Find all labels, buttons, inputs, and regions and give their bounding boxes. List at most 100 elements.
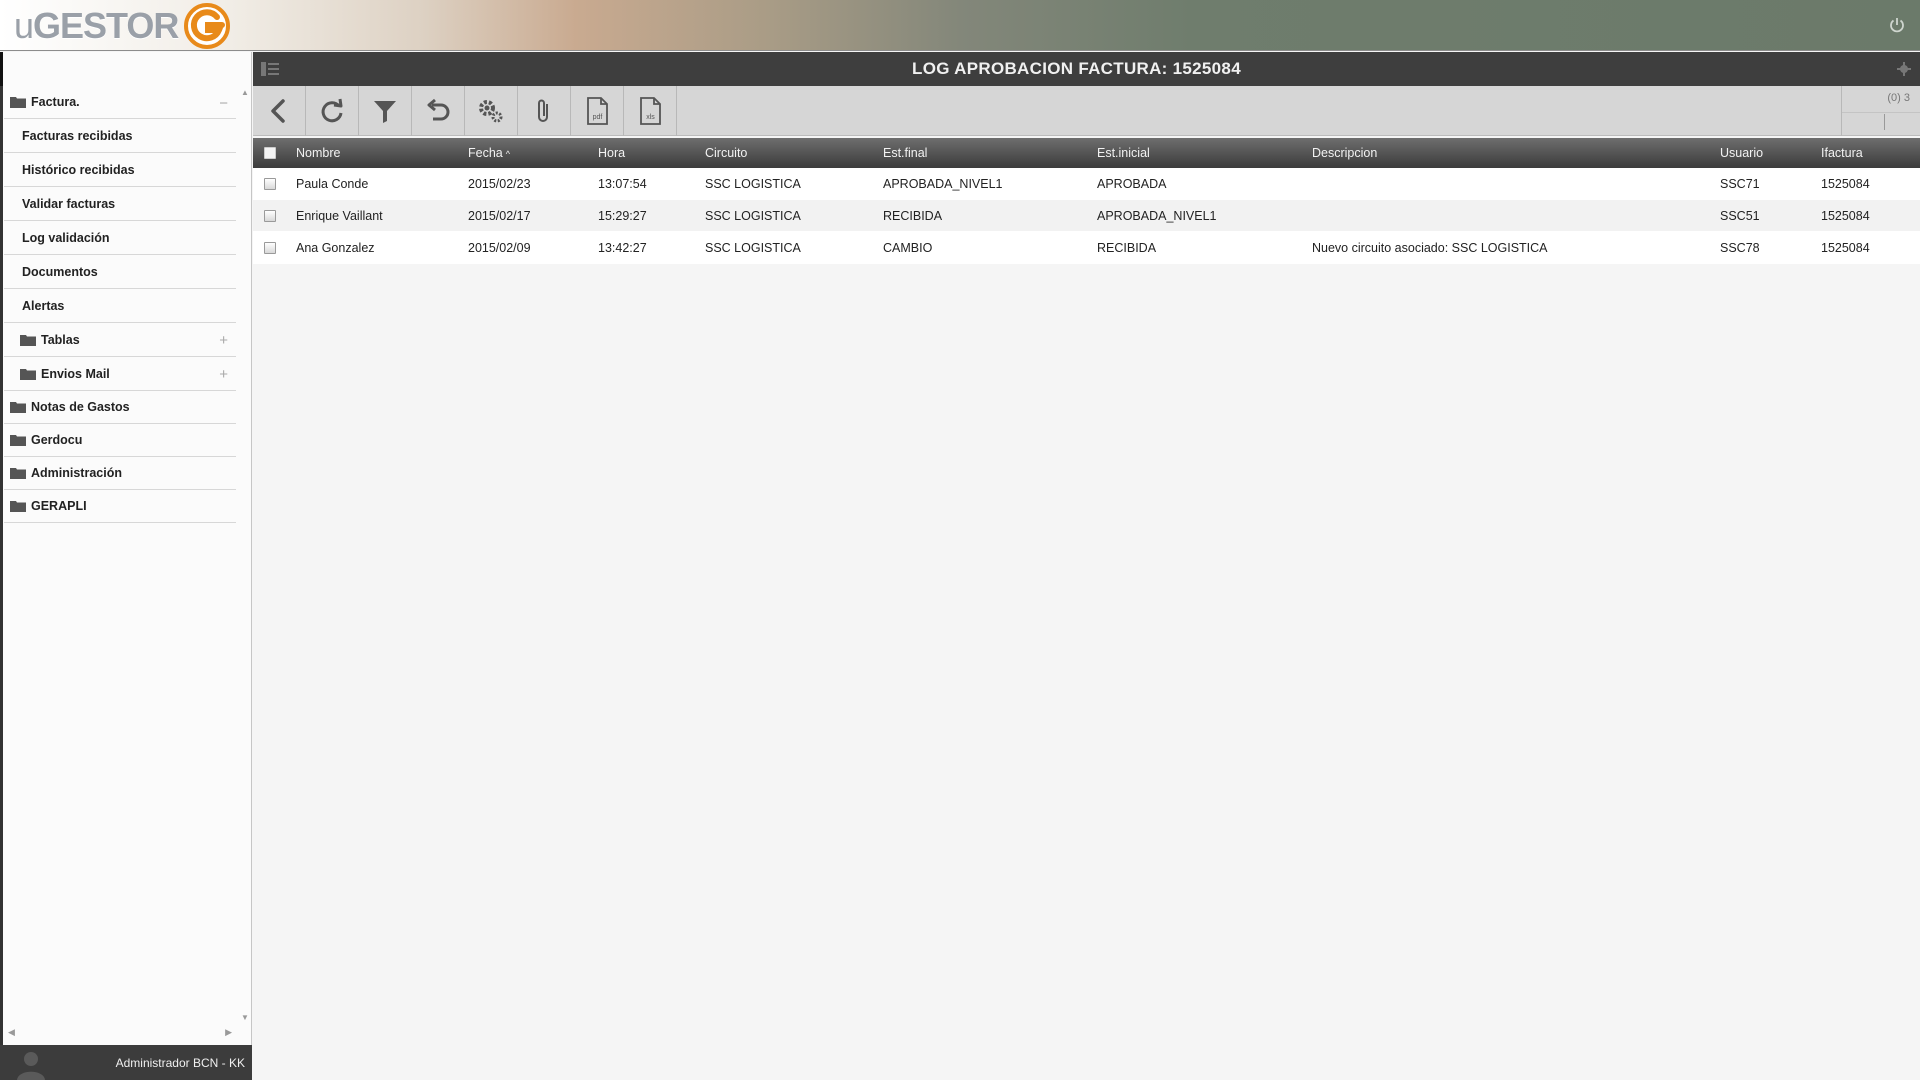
cell-circuito: SSC LOGISTICA <box>705 209 801 223</box>
cell-ifactura: 1525084 <box>1821 209 1870 223</box>
export-xls-button[interactable]: xls <box>624 86 677 136</box>
col-header-hora[interactable]: Hora <box>598 138 625 168</box>
row-checkbox[interactable] <box>264 210 276 222</box>
sidebar-item-validar-facturas[interactable]: Validar facturas <box>4 187 236 221</box>
pager-divider <box>1842 112 1920 113</box>
sidebar-item-label: Administración <box>31 466 122 480</box>
col-header-ifactura[interactable]: Ifactura <box>1821 138 1863 168</box>
cell-descripcion: Nuevo circuito asociado: SSC LOGISTICA <box>1312 241 1548 255</box>
col-header-fecha[interactable]: Fecha ^ <box>468 138 510 168</box>
user-name: Administrador BCN - KK <box>115 1055 245 1070</box>
col-header-label: Fecha <box>468 146 503 160</box>
refresh-button[interactable] <box>306 86 359 136</box>
sidebar-item-label: Histórico recibidas <box>22 162 135 177</box>
sidebar-item-historico-recibidas[interactable]: Histórico recibidas <box>4 153 236 187</box>
expand-icon[interactable]: + <box>219 366 228 383</box>
sidebar-item-gerdocu[interactable]: Gerdocu <box>4 424 236 457</box>
sidebar-item-alertas[interactable]: Alertas <box>4 289 236 323</box>
col-header-circuito[interactable]: Circuito <box>705 138 747 168</box>
user-avatar-icon <box>17 1052 45 1080</box>
sidebar-item-label: Envios Mail <box>41 366 110 381</box>
pdf-file-icon: pdf <box>587 97 608 125</box>
power-icon[interactable] <box>1888 16 1906 34</box>
refresh-icon <box>321 98 343 123</box>
col-header-usuario[interactable]: Usuario <box>1720 138 1763 168</box>
scroll-down-icon[interactable]: ▼ <box>241 1013 249 1022</box>
col-header-nombre[interactable]: Nombre <box>296 138 340 168</box>
sidebar-hscrollbar[interactable]: ◀ ▶ <box>4 1027 236 1041</box>
row-checkbox[interactable] <box>264 178 276 190</box>
pager-handle[interactable] <box>1884 114 1885 130</box>
sidebar-item-label: Documentos <box>22 264 98 279</box>
pager: (0) 3 <box>1841 86 1920 136</box>
export-pdf-button[interactable]: pdf <box>571 86 624 136</box>
back-button[interactable] <box>253 86 306 136</box>
cell-circuito: SSC LOGISTICA <box>705 177 801 191</box>
sidebar-item-facturas-recibidas[interactable]: Facturas recibidas <box>4 119 236 153</box>
log-table: Nombre Fecha ^ Hora Circuito Est.final Es… <box>253 138 1920 264</box>
col-header-estfinal[interactable]: Est.final <box>883 138 927 168</box>
table-row[interactable]: Enrique Vaillant 2015/02/17 15:29:27 SSC… <box>253 200 1920 232</box>
collapse-icon[interactable]: − <box>219 95 228 112</box>
undo-button[interactable] <box>412 86 465 136</box>
table-row[interactable]: Ana Gonzalez 2015/02/09 13:42:27 SSC LOG… <box>253 232 1920 264</box>
menu-toggle-icon[interactable] <box>261 61 279 77</box>
logo-g-icon <box>184 3 231 49</box>
sidebar-item-notas-de-gastos[interactable]: Notas de Gastos <box>4 391 236 424</box>
col-header-estinicial[interactable]: Est.inicial <box>1097 138 1150 168</box>
undo-icon <box>427 98 450 121</box>
cell-estfinal: APROBADA_NIVEL1 <box>883 177 1003 191</box>
xls-file-icon: xls <box>640 97 661 125</box>
cell-nombre: Ana Gonzalez <box>296 241 375 255</box>
table-row[interactable]: Paula Conde 2015/02/23 13:07:54 SSC LOGI… <box>253 168 1920 200</box>
attach-button[interactable] <box>518 86 571 136</box>
app-logo[interactable]: uGESTOR <box>14 3 231 49</box>
row-checkbox[interactable] <box>264 242 276 254</box>
user-bar[interactable]: Administrador BCN - KK <box>0 1045 252 1080</box>
sidebar-item-tablas[interactable]: Tablas + <box>4 323 236 357</box>
sidebar-item-label: Facturas recibidas <box>22 128 133 143</box>
settings-button[interactable] <box>465 86 518 136</box>
sidebar-item-label: Validar facturas <box>22 196 116 211</box>
gears-icon <box>479 100 503 123</box>
sidebar-item-envios-mail[interactable]: Envios Mail + <box>4 357 236 391</box>
scroll-left-icon[interactable]: ◀ <box>8 1027 15 1038</box>
cell-usuario: SSC78 <box>1720 241 1760 255</box>
top-header: uGESTOR <box>0 0 1920 51</box>
record-count: (0) 3 <box>1887 92 1910 104</box>
scroll-right-icon[interactable]: ▶ <box>225 1027 232 1038</box>
main-panel: LOG APROBACION FACTURA: 1525084 pdf xls … <box>253 52 1920 1080</box>
sidebar-item-label: Log validación <box>22 230 110 245</box>
chevron-left-icon <box>271 99 285 123</box>
folder-open-icon <box>10 97 26 108</box>
sidebar-item-administracion[interactable]: Administración <box>4 457 236 490</box>
title-bar: LOG APROBACION FACTURA: 1525084 <box>253 52 1920 86</box>
cell-estinicial: RECIBIDA <box>1097 241 1157 255</box>
xls-label: xls <box>646 114 655 121</box>
gear-icon[interactable] <box>1896 61 1912 77</box>
cell-hora: 13:42:27 <box>598 241 647 255</box>
app-window: uGESTOR Factura. − Facturas recibidas Hi… <box>0 0 1920 1080</box>
col-header-descripcion[interactable]: Descripcion <box>1312 138 1377 168</box>
page-title: LOG APROBACION FACTURA: 1525084 <box>912 59 1241 78</box>
cell-estfinal: RECIBIDA <box>883 209 943 223</box>
sidebar-item-gerapli[interactable]: GERAPLI <box>4 490 236 523</box>
filter-icon <box>374 101 396 123</box>
select-all-checkbox[interactable] <box>264 147 276 159</box>
cell-hora: 13:07:54 <box>598 177 647 191</box>
cell-usuario: SSC71 <box>1720 177 1760 191</box>
sidebar-item-label: Factura. <box>31 95 80 109</box>
cell-ifactura: 1525084 <box>1821 177 1870 191</box>
filter-button[interactable] <box>359 86 412 136</box>
sidebar-item-log-validacion[interactable]: Log validación <box>4 221 236 255</box>
sidebar-item-documentos[interactable]: Documentos <box>4 255 236 289</box>
sidebar-item-label: Gerdocu <box>31 433 83 447</box>
cell-nombre: Enrique Vaillant <box>296 209 383 223</box>
logo-text: uGESTOR <box>14 5 179 46</box>
scroll-up-icon[interactable]: ▲ <box>241 88 249 97</box>
folder-icon <box>20 334 36 346</box>
sidebar-item-factura[interactable]: Factura. − <box>4 86 236 119</box>
sort-asc-icon: ^ <box>505 149 510 159</box>
expand-icon[interactable]: + <box>219 332 228 349</box>
sidebar-scrollbar[interactable]: ▲ ▼ <box>239 88 251 1022</box>
